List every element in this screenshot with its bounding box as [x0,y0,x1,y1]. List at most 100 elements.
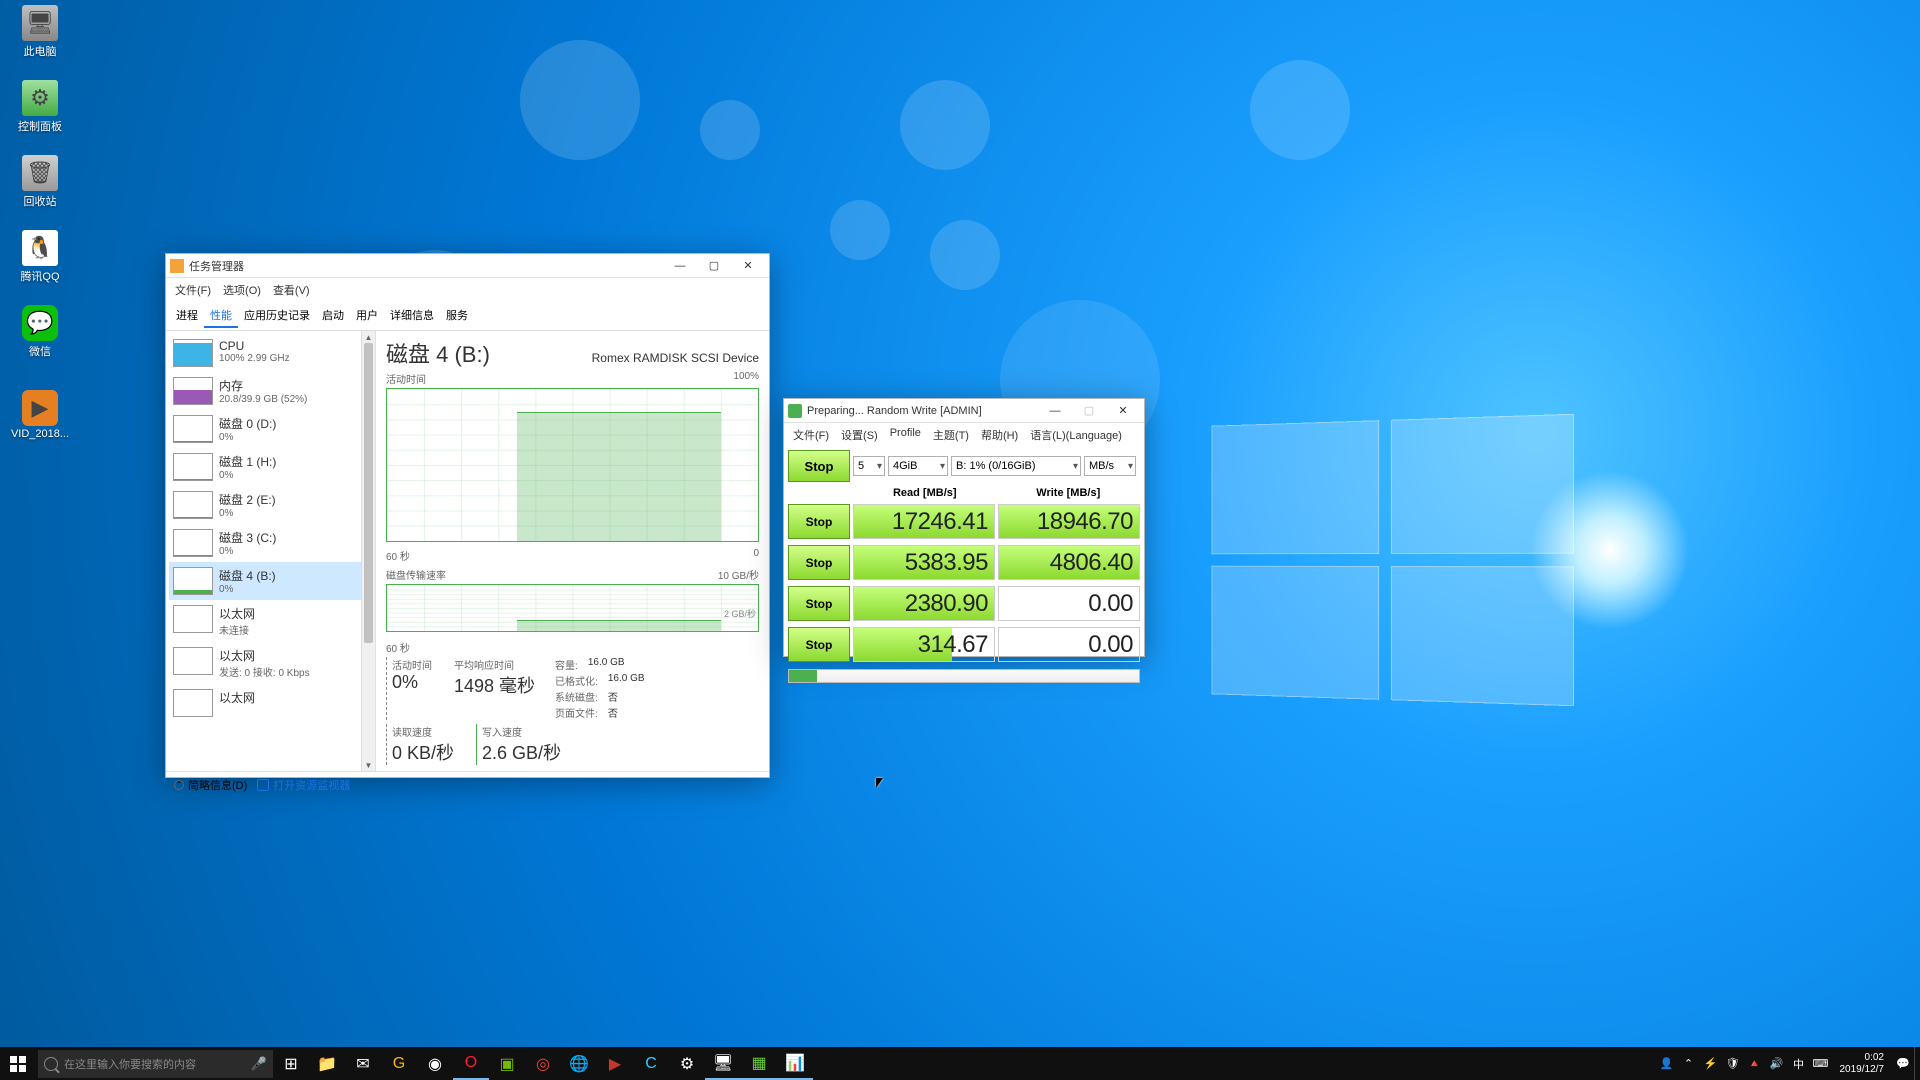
close-button[interactable]: ✕ [1106,400,1140,422]
menu-help[interactable]: 帮助(H) [976,425,1023,445]
titlebar[interactable]: 任务管理器 — ▢ ✕ [166,254,769,278]
maximize-button[interactable]: ▢ [697,255,731,277]
resource-monitor-icon [257,779,269,791]
sidebar-item-3c[interactable]: 磁盘 3 (C:)0% [169,524,372,562]
tray-power[interactable]: ⚡ [1700,1047,1722,1080]
stop-button-0[interactable]: Stop [788,504,850,539]
tab-startup[interactable]: 启动 [316,304,350,328]
tab-details[interactable]: 详细信息 [384,304,440,328]
perf-thumb-icon [173,453,213,481]
tray-ime-ch[interactable]: 中 [1788,1047,1810,1080]
benchmark-row-2: Stop 2380.90 0.00 [784,583,1144,624]
search-box[interactable]: 在这里输入你要搜索的内容 🎤 [38,1050,273,1078]
app-icon [170,259,184,273]
sidebar-item-1h[interactable]: 磁盘 1 (H:)0% [169,448,372,486]
taskbar-app-steam[interactable]: ◉ [417,1047,453,1080]
stop-button-2[interactable]: Stop [788,586,850,621]
sidebar-item-[interactable]: 内存20.8/39.9 GB (52%) [169,372,372,410]
desktop-icon-video[interactable]: ▶VID_2018... [5,390,75,440]
size-select[interactable]: 4GiB [888,456,948,476]
taskbar-app-network[interactable]: ◎ [525,1047,561,1080]
tray-people[interactable]: 👤 [1656,1047,1678,1080]
desktop-icon-wechat[interactable]: 💬微信 [5,305,75,359]
desktop-icon-qq[interactable]: 🐧腾讯QQ [5,230,75,284]
stop-button-1[interactable]: Stop [788,545,850,580]
desktop-icon-this-pc[interactable]: 🖥此电脑 [5,5,75,59]
taskbar-app-settings[interactable]: ⚙ [669,1047,705,1080]
tray-security[interactable]: 🛡 [1722,1047,1744,1080]
scroll-up[interactable]: ▲ [362,331,375,343]
minimize-button[interactable]: — [663,255,697,277]
clock[interactable]: 0:02 2019/12/7 [1832,1052,1893,1076]
sidebar-item-0d[interactable]: 磁盘 0 (D:)0% [169,410,372,448]
titlebar[interactable]: Preparing... Random Write [ADMIN] — ▢ ✕ [784,399,1144,423]
task-view-button[interactable]: ⊞ [273,1047,309,1080]
desktop-icon-control-panel[interactable]: ⚙控制面板 [5,80,75,134]
sidebar-item-[interactable]: 以太网发送: 0 接收: 0 Kbps [169,642,372,684]
taskbar-app-nvidia[interactable]: ▣ [489,1047,525,1080]
sidebar-item-4b[interactable]: 磁盘 4 (B:)0% [169,562,372,600]
sidebar-item-[interactable]: 以太网未连接 [169,600,372,642]
target-select[interactable]: B: 1% (0/16GiB) [951,456,1081,476]
taskbar-app-mail[interactable]: ✉ [345,1047,381,1080]
read-value-1: 5383.95 [853,545,995,580]
tabstrip: 进程 性能 应用历史记录 启动 用户 详细信息 服务 [166,302,769,331]
menu-options[interactable]: 选项(O) [218,280,266,300]
tray-overflow[interactable]: ⌃ [1678,1047,1700,1080]
read-speed-value: 0 KB/秒 [392,739,454,765]
scroll-thumb[interactable] [364,343,373,643]
menu-profile[interactable]: Profile [885,425,926,445]
tray-volume[interactable]: 🔊 [1766,1047,1788,1080]
taskbar-app-media[interactable]: ▶ [597,1047,633,1080]
unit-select[interactable]: MB/s [1084,456,1136,476]
desktop-icon-recycle-bin[interactable]: 🗑回收站 [5,155,75,209]
activity-chart [386,388,759,542]
chevron-up-icon: ⌃ [174,780,184,790]
mic-icon[interactable]: 🎤 [251,1056,267,1072]
open-resource-monitor-link[interactable]: 打开资源监视器 [257,777,350,793]
video-icon: ▶ [22,390,58,426]
taskbar-app-taskmgr[interactable]: 📊 [777,1047,813,1080]
menu-file[interactable]: 文件(F) [788,425,834,445]
taskbar-app-chrome[interactable]: G [381,1047,417,1080]
menu-theme[interactable]: 主题(T) [928,425,974,445]
action-center[interactable]: 💬 [1892,1047,1914,1080]
perf-thumb-icon [173,647,213,675]
sidebar-item-[interactable]: 以太网 [169,684,372,722]
tab-users[interactable]: 用户 [350,304,384,328]
taskbar-app-remote[interactable]: 🖥 [705,1047,741,1080]
close-button[interactable]: ✕ [731,255,765,277]
clock-date: 2019/12/7 [1840,1064,1885,1076]
tray-network[interactable]: 🔺 [1744,1047,1766,1080]
taskbar-app-opera[interactable]: O [453,1047,489,1080]
fewer-details-toggle[interactable]: ⌃简略信息(D) [174,777,247,793]
tab-performance[interactable]: 性能 [204,304,238,328]
all-stop-button[interactable]: Stop [788,450,850,482]
stop-button-3[interactable]: Stop [788,627,850,662]
scroll-down[interactable]: ▼ [362,759,375,771]
tray-ime[interactable]: ⌨ [1810,1047,1832,1080]
taskbar-app-browser[interactable]: 🌐 [561,1047,597,1080]
taskbar-app-cent[interactable]: C [633,1047,669,1080]
show-desktop[interactable] [1914,1047,1920,1080]
clock-time: 0:02 [1865,1052,1884,1064]
perf-thumb-icon [173,567,213,595]
menu-file[interactable]: 文件(F) [170,280,216,300]
menu-language[interactable]: 语言(L)(Language) [1025,425,1127,445]
tab-services[interactable]: 服务 [440,304,474,328]
taskbar-app-explorer[interactable]: 📁 [309,1047,345,1080]
taskbar-app-crystaldiskmark[interactable]: ▦ [741,1047,777,1080]
tab-processes[interactable]: 进程 [170,304,204,328]
start-button[interactable] [0,1047,36,1080]
sidebar-item-2e[interactable]: 磁盘 2 (E:)0% [169,486,372,524]
qq-icon: 🐧 [22,230,58,266]
minimize-button[interactable]: — [1038,400,1072,422]
tab-app-history[interactable]: 应用历史记录 [238,304,316,328]
perf-thumb-icon [173,689,213,717]
runs-select[interactable]: 5 [853,456,885,476]
menu-view[interactable]: 查看(V) [268,280,315,300]
menu-settings[interactable]: 设置(S) [836,425,883,445]
sidebar-item-cpu[interactable]: CPU100% 2.99 GHz [169,334,372,372]
write-speed-value: 2.6 GB/秒 [482,739,561,765]
sidebar-scrollbar[interactable]: ▲ ▼ [361,331,375,771]
